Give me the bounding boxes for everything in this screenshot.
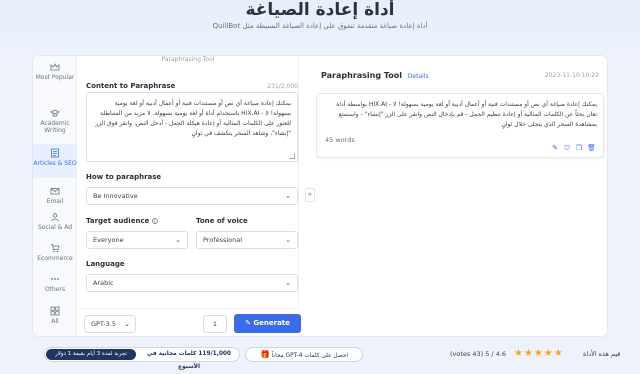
result-title: Paraphrasing Tool Details (321, 71, 429, 80)
sidebar-item-label: Others (44, 286, 66, 293)
sidebar-item-email[interactable]: Email (33, 186, 77, 206)
model-value: GPT-3.5 (91, 320, 117, 328)
result-card: يمكنك إعادة صياغة أي نص أو مستندات فنية … (316, 93, 604, 158)
sidebar-item-others[interactable]: Others (33, 274, 77, 294)
tool-panel: Most Popular Academic Writing Articles &… (32, 55, 608, 337)
select-value: Be Innovative (93, 192, 138, 200)
edit-icon[interactable]: ✎ (551, 144, 559, 152)
language-label: Language (86, 260, 125, 268)
output-quantity-input[interactable]: 1 (203, 315, 227, 333)
chevron-down-icon: ⌄ (285, 236, 291, 244)
sidebar-item-label: Articles & SEO (33, 160, 77, 167)
graduation-cap-icon (50, 108, 60, 118)
rating-stars[interactable]: ★★★★★ (514, 347, 564, 361)
tone-of-voice-label: Tone of voice (196, 217, 248, 225)
select-value: Arabic (93, 279, 114, 287)
scrolled-title: Paraphrasing Tool (161, 56, 215, 63)
gpt4-offer-button[interactable]: احصل على كلمات GPT-4 مجاناً 🎁 (245, 347, 363, 362)
chevron-down-icon: ⌄ (285, 192, 291, 200)
target-audience-select[interactable]: Everyone ⌄ (86, 231, 188, 249)
rating-summary: (votes 43) 5 / 4.6 (450, 350, 507, 358)
how-to-paraphrase-select[interactable]: Be Innovative ⌄ (86, 187, 298, 205)
free-words-text: 119/1,000 كلمات مجانية في الأسبوع (147, 351, 231, 370)
cart-icon (50, 243, 60, 253)
how-to-paraphrase-label: How to paraphrase (86, 173, 162, 181)
target-audience-text: Target audience (86, 217, 150, 225)
character-counter: 231/2,000 (267, 83, 298, 90)
category-sidebar: Most Popular Academic Writing Articles &… (33, 56, 77, 336)
chevron-down-icon: ⌄ (124, 320, 130, 328)
result-timestamp: 2023-11-10 10:22 (544, 72, 599, 79)
result-title-text: Paraphrasing Tool (321, 71, 402, 80)
sidebar-item-label: Most Popular (35, 74, 75, 81)
sidebar-item-most-popular[interactable]: Most Popular (33, 62, 77, 90)
gift-icon: 🎁 (259, 350, 270, 359)
tone-of-voice-select[interactable]: Professional ⌄ (196, 231, 298, 249)
magic-wand-icon: ✎ (245, 319, 251, 327)
gpt4-offer-text: احصل على كلمات GPT-4 مجاناً (271, 353, 349, 359)
generate-label: Generate (253, 319, 290, 327)
rate-tool-label: قيم هذه الأداة (583, 350, 621, 358)
sidebar-item-social-ad[interactable]: Social & Ad (33, 212, 77, 232)
delete-icon[interactable]: 🗑 (587, 144, 596, 152)
article-icon (50, 148, 60, 158)
email-icon (50, 186, 60, 196)
details-link[interactable]: Details (408, 73, 429, 80)
content-textarea[interactable]: يمكنك إعادة صياغة أي نص أو مستندات فنية … (86, 92, 298, 162)
result-text: يمكنك إعادة صياغة أي نص أو مستندات فنية … (336, 101, 597, 128)
chevron-down-icon: ⌄ (285, 279, 291, 287)
select-value: Professional (203, 236, 243, 244)
sidebar-item-ecommerce[interactable]: Ecommerce (33, 243, 77, 263)
result-actions: ✎ ⛉ ❐ 🗑 (547, 135, 596, 154)
page-title: أداة إعادة الصياغة (245, 0, 395, 20)
select-value: Everyone (93, 236, 124, 244)
sidebar-item-academic-writing[interactable]: Academic Writing (33, 108, 77, 134)
sidebar-item-label: Academic Writing (40, 120, 70, 134)
bottom-bar: تجربة لمدة 3 أيام بقيمة 1 دولار 119/1,00… (0, 340, 640, 370)
dots-icon (50, 274, 60, 284)
sidebar-item-all[interactable]: All (33, 306, 77, 326)
sidebar-item-label: Ecommerce (37, 255, 73, 262)
word-count: 45 words (325, 136, 355, 144)
content-label: Content to Paraphrase (86, 82, 176, 90)
generate-button[interactable]: ✎ Generate (234, 314, 301, 333)
chevron-down-icon: ⌄ (175, 236, 181, 244)
resize-handle[interactable] (289, 153, 295, 159)
page-subtitle: أداة إعادة صياغة متقدمة تتفوق على إعادة … (212, 22, 428, 30)
shield-icon[interactable]: ⛉ (563, 144, 571, 152)
input-form: Paraphrasing Tool Content to Paraphrase … (78, 56, 299, 336)
sidebar-item-label: Social & Ad (37, 224, 73, 231)
copy-icon[interactable]: ❐ (575, 144, 583, 152)
sidebar-item-articles-seo[interactable]: Articles & SEO (33, 144, 77, 178)
free-words-pill: تجربة لمدة 3 أيام بقيمة 1 دولار 119/1,00… (44, 347, 240, 370)
trial-button[interactable]: تجربة لمدة 3 أيام بقيمة 1 دولار (46, 349, 136, 360)
collapse-panel-button[interactable]: « (305, 188, 315, 202)
grid-icon (50, 306, 60, 316)
model-select[interactable]: GPT-3.5 ⌄ (84, 315, 136, 333)
crown-icon (50, 62, 60, 72)
sidebar-item-label: All (51, 318, 59, 325)
content-text: يمكنك إعادة صياغة أي نص أو مستندات فنية … (95, 100, 291, 137)
form-footer: GPT-3.5 ⌄ 1 ✎ Generate (78, 308, 301, 336)
sidebar-item-label: Email (46, 198, 64, 205)
info-icon[interactable]: i (151, 218, 158, 224)
social-icon (50, 212, 60, 222)
language-select[interactable]: Arabic ⌄ (86, 274, 298, 292)
target-audience-label: Target audience i (86, 217, 158, 225)
